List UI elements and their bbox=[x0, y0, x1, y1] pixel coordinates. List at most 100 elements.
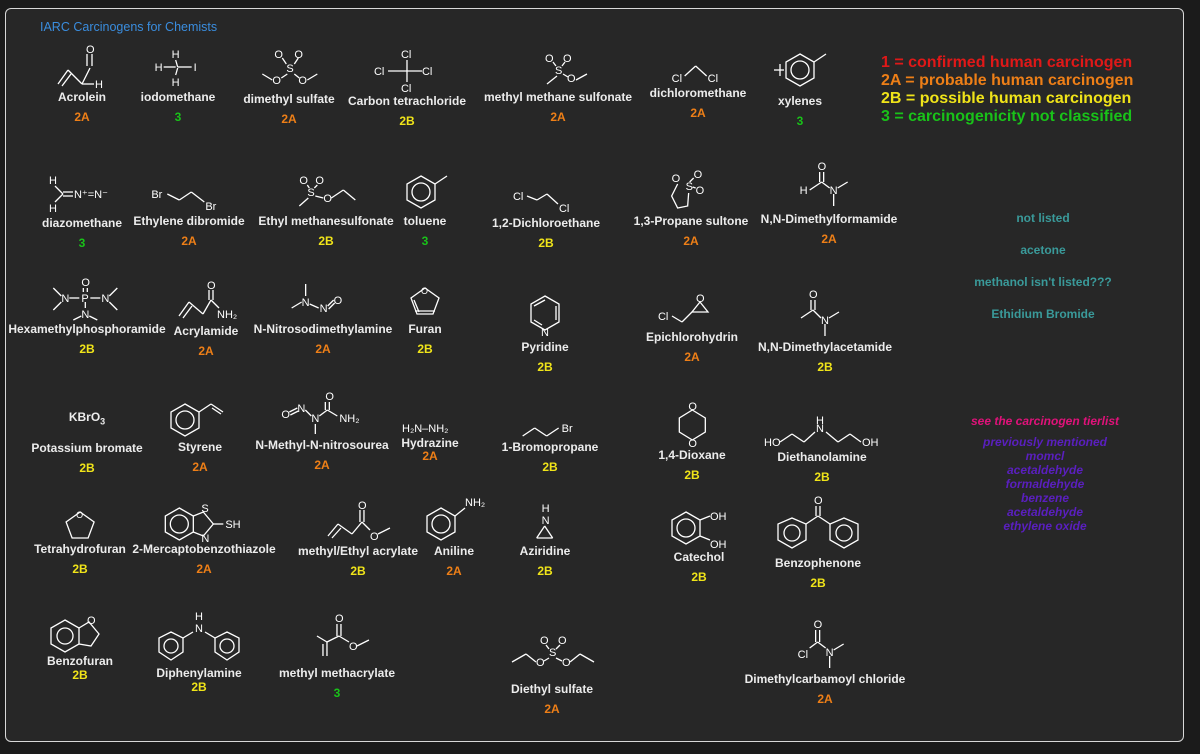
svg-text:O: O bbox=[325, 391, 334, 403]
compound-card: Br Br Ethylene dibromide 2A bbox=[133, 184, 244, 250]
compound-card: xylenes 3 bbox=[770, 48, 830, 130]
dioxane-structure: OO bbox=[678, 401, 706, 450]
legend-item-2a: 2A = probable human carcinogen bbox=[881, 72, 1134, 89]
compound-card: O Cl N Dimethylcarbamoyl chloride 2A bbox=[745, 618, 906, 708]
svg-text:Cl: Cl bbox=[798, 649, 808, 661]
compound-name: N,N-Dimethylformamide bbox=[760, 212, 898, 226]
svg-text:O: O bbox=[688, 401, 697, 413]
compound-name: 1,4-Dioxane bbox=[658, 448, 726, 462]
svg-text:OH: OH bbox=[862, 437, 879, 449]
svg-text:H₂N–NH₂: H₂N–NH₂ bbox=[402, 423, 448, 435]
compound-card: O Benzofuran 2B bbox=[45, 614, 115, 684]
tierlist-item: formaldehyde bbox=[1005, 477, 1085, 491]
svg-text:O: O bbox=[818, 161, 827, 173]
svg-text:O: O bbox=[334, 295, 343, 307]
compound-name: 2-Mercaptobenzothiazole bbox=[132, 542, 276, 556]
svg-text:O: O bbox=[298, 75, 307, 87]
compound-card: O N N O NH₂ N-Methyl-N-nitrosourea 2A bbox=[255, 391, 388, 474]
hydrazine-structure: H₂N–NH₂ bbox=[402, 423, 448, 435]
aniline-structure: NH₂ bbox=[426, 497, 485, 541]
acrylamide-structure: O NH₂ bbox=[178, 280, 237, 321]
class-label: 2B bbox=[537, 564, 553, 578]
tierlist-item: benzene bbox=[1020, 491, 1069, 505]
svg-text:N: N bbox=[101, 293, 109, 305]
not-listed-item: methanol isn't listed??? bbox=[974, 275, 1112, 289]
class-label: 2A bbox=[198, 344, 214, 358]
thf-structure: O bbox=[65, 510, 95, 539]
tierlist-link[interactable]: see the carcinogen tierlist bbox=[971, 413, 1119, 429]
svg-text:Cl: Cl bbox=[401, 49, 411, 61]
svg-text:N: N bbox=[542, 515, 550, 527]
compound-card: OSOO 1,3-Propane sultone 2A bbox=[634, 166, 749, 250]
compound-card: SN SH 2-Mercaptobenzothiazole 2A bbox=[132, 502, 275, 578]
toluene-structure bbox=[406, 175, 448, 209]
not-listed-header: not listed bbox=[1016, 211, 1070, 225]
compound-card: HN Diphenylamine 2B bbox=[149, 611, 249, 696]
tierlist-item: previously mentioned bbox=[982, 435, 1108, 449]
svg-text:S: S bbox=[201, 503, 208, 515]
svg-text:O: O bbox=[274, 49, 283, 61]
tierlist-item: acetaldehyde bbox=[1006, 463, 1084, 477]
not-listed-item: Ethidium Bromide bbox=[991, 307, 1095, 321]
class-label: 2B bbox=[417, 342, 433, 356]
svg-text:N: N bbox=[81, 309, 89, 321]
svg-text:O: O bbox=[87, 615, 96, 627]
svg-text:SH: SH bbox=[225, 519, 240, 531]
svg-text:O: O bbox=[281, 409, 290, 421]
svg-text:N: N bbox=[195, 623, 203, 635]
compound-card: O NH₂ Acrylamide 2A bbox=[171, 280, 241, 360]
epichlorohydrin-structure: ClO bbox=[658, 293, 710, 323]
compound-name: 1,2-Dichloroethane bbox=[491, 216, 601, 230]
svg-text:O: O bbox=[86, 44, 95, 56]
compound-name: 1,3-Propane sultone bbox=[633, 214, 749, 228]
dimethyl-sulfate-structure: O OS OO bbox=[261, 49, 318, 87]
class-label: 2B bbox=[72, 562, 88, 576]
iodomethane-structure: HHH I bbox=[155, 49, 197, 89]
compound-card: NNO N-Nitrosodimethylamine 2A bbox=[254, 278, 392, 358]
compound-name: diazomethane bbox=[41, 216, 123, 230]
benzofuran-structure: O bbox=[50, 615, 100, 653]
svg-text:O: O bbox=[567, 73, 576, 85]
compound-card: Styrene 2A bbox=[165, 398, 235, 476]
svg-text:O: O bbox=[694, 169, 703, 181]
compound-name: Pyridine bbox=[521, 340, 569, 354]
svg-text:Br: Br bbox=[205, 201, 216, 213]
class-label: 2B bbox=[814, 470, 830, 484]
benzophenone-structure: O bbox=[777, 495, 859, 549]
svg-text:S: S bbox=[686, 181, 693, 193]
svg-text:H: H bbox=[49, 175, 57, 187]
diethyl-sulfate-structure: O OS OO bbox=[511, 635, 595, 669]
compound-card: HO N H OH Diethanolamine 2B bbox=[762, 415, 882, 486]
carbon-tetrachloride-structure: ClCl ClCl bbox=[374, 49, 432, 95]
page-title: IARC Carcinogens for Chemists bbox=[40, 20, 218, 34]
class-label: 2B bbox=[810, 576, 826, 590]
compound-card: Br 1-Bromopropane 2B bbox=[502, 418, 599, 476]
compound-card: Cl Cl Cl Cl Carbon tetrachloride 2B bbox=[348, 48, 466, 130]
compound-name: toluene bbox=[403, 214, 447, 228]
compound-card: ON N,N-Dimethylacetamide 2B bbox=[758, 288, 892, 376]
class-label: 2A bbox=[314, 458, 330, 472]
class-label: 2B bbox=[538, 236, 554, 250]
svg-text:O: O bbox=[81, 277, 90, 289]
dma-structure: ON bbox=[800, 289, 840, 336]
svg-text:O: O bbox=[76, 510, 83, 520]
ethylene-dibromide-structure: Br Br bbox=[151, 189, 216, 213]
compound-name: Diethanolamine bbox=[777, 450, 867, 464]
svg-text:Cl: Cl bbox=[374, 66, 384, 78]
furan-structure: O bbox=[410, 286, 440, 315]
tierlist-item: acetaldehyde bbox=[1006, 505, 1084, 519]
compound-card: Cl Cl 1,2-Dichloroethane 2B bbox=[492, 186, 600, 252]
svg-text:H: H bbox=[816, 415, 824, 427]
svg-text:Br: Br bbox=[151, 189, 162, 201]
class-label: 2A bbox=[192, 460, 208, 474]
pyridine-structure: N bbox=[530, 295, 560, 339]
class-label: 2A bbox=[690, 106, 706, 120]
compound-card: OOS OO dimethyl sulfate 2A bbox=[243, 46, 334, 128]
dimethylcarbamoyl-chloride-structure: OCl N bbox=[798, 619, 845, 668]
svg-text:OH: OH bbox=[710, 511, 727, 523]
svg-text:H: H bbox=[172, 49, 180, 61]
compound-name: Diethyl sulfate bbox=[510, 682, 594, 696]
class-label: 2B bbox=[817, 360, 833, 374]
svg-text:O: O bbox=[672, 173, 681, 185]
compound-card: OOSO Ethyl methanesulfonate 2B bbox=[258, 172, 393, 250]
